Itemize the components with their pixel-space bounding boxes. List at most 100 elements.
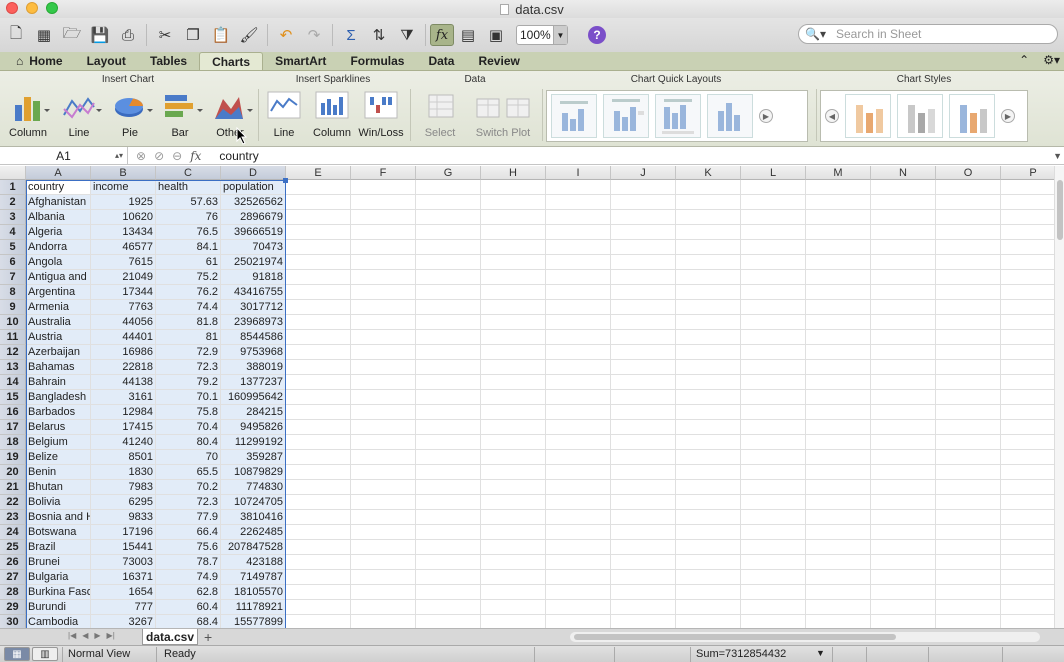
cell-p11[interactable] xyxy=(1001,330,1054,345)
cell-l22[interactable] xyxy=(741,495,806,510)
cell-f3[interactable] xyxy=(351,210,416,225)
spreadsheet-grid[interactable]: A B C D E F G H I J K L M N O P 1 country income health popu… xyxy=(0,166,1054,628)
cell-a19[interactable]: Belize xyxy=(26,450,91,465)
cell-g28[interactable] xyxy=(416,585,481,600)
cell-n26[interactable] xyxy=(871,555,936,570)
cell-f5[interactable] xyxy=(351,240,416,255)
cell-b13[interactable]: 22818 xyxy=(91,360,156,375)
cell-i20[interactable] xyxy=(546,465,611,480)
cell-n11[interactable] xyxy=(871,330,936,345)
cell-d16[interactable]: 284215 xyxy=(221,405,286,420)
cell-a1[interactable]: country xyxy=(26,180,91,195)
cell-f21[interactable] xyxy=(351,480,416,495)
first-sheet-icon[interactable]: |◀ xyxy=(68,631,76,640)
cell-p23[interactable] xyxy=(1001,510,1054,525)
cell-e28[interactable] xyxy=(286,585,351,600)
cell-i28[interactable] xyxy=(546,585,611,600)
column-chart-button[interactable]: Column xyxy=(4,91,52,139)
filter-icon[interactable]: ⧩ xyxy=(396,24,418,46)
cell-a8[interactable]: Argentina xyxy=(26,285,91,300)
sum-label[interactable]: Sum=7312854432 xyxy=(696,648,786,660)
cell-f26[interactable] xyxy=(351,555,416,570)
cell-n6[interactable] xyxy=(871,255,936,270)
column-header-m[interactable]: M xyxy=(806,166,871,180)
cell-i4[interactable] xyxy=(546,225,611,240)
cell-i29[interactable] xyxy=(546,600,611,615)
cell-e11[interactable] xyxy=(286,330,351,345)
cell-l21[interactable] xyxy=(741,480,806,495)
cell-j8[interactable] xyxy=(611,285,676,300)
cell-k28[interactable] xyxy=(676,585,741,600)
cell-f28[interactable] xyxy=(351,585,416,600)
cell-g23[interactable] xyxy=(416,510,481,525)
cell-o11[interactable] xyxy=(936,330,1001,345)
cell-c26[interactable]: 78.7 xyxy=(156,555,221,570)
cell-j24[interactable] xyxy=(611,525,676,540)
cell-d2[interactable]: 32526562 xyxy=(221,195,286,210)
cell-l27[interactable] xyxy=(741,570,806,585)
cell-b18[interactable]: 41240 xyxy=(91,435,156,450)
cell-n2[interactable] xyxy=(871,195,936,210)
row-header[interactable]: 25 xyxy=(0,540,26,555)
cell-b2[interactable]: 1925 xyxy=(91,195,156,210)
cell-a29[interactable]: Burundi xyxy=(26,600,91,615)
cell-b29[interactable]: 777 xyxy=(91,600,156,615)
pie-chart-button[interactable]: Pie xyxy=(106,91,154,139)
cell-i17[interactable] xyxy=(546,420,611,435)
cell-m28[interactable] xyxy=(806,585,871,600)
cell-g3[interactable] xyxy=(416,210,481,225)
toolbox-icon[interactable]: ▣ xyxy=(485,24,507,46)
selection-handle[interactable] xyxy=(283,178,288,183)
cell-a9[interactable]: Armenia xyxy=(26,300,91,315)
cell-p30[interactable] xyxy=(1001,615,1054,628)
cell-e19[interactable] xyxy=(286,450,351,465)
row-header[interactable]: 4 xyxy=(0,225,26,240)
cell-e22[interactable] xyxy=(286,495,351,510)
undo-icon[interactable]: ↶ xyxy=(275,24,297,46)
cell-o28[interactable] xyxy=(936,585,1001,600)
cell-o3[interactable] xyxy=(936,210,1001,225)
cell-k13[interactable] xyxy=(676,360,741,375)
cell-b20[interactable]: 1830 xyxy=(91,465,156,480)
column-header-l[interactable]: L xyxy=(741,166,806,180)
sparkline-line-button[interactable]: Line xyxy=(260,91,308,139)
column-header-g[interactable]: G xyxy=(416,166,481,180)
cell-l26[interactable] xyxy=(741,555,806,570)
cell-d5[interactable]: 70473 xyxy=(221,240,286,255)
next-sheet-icon[interactable]: ▶ xyxy=(94,631,100,640)
cell-e17[interactable] xyxy=(286,420,351,435)
cell-e25[interactable] xyxy=(286,540,351,555)
cell-i24[interactable] xyxy=(546,525,611,540)
cell-l12[interactable] xyxy=(741,345,806,360)
cell-o24[interactable] xyxy=(936,525,1001,540)
cell-m24[interactable] xyxy=(806,525,871,540)
row-header[interactable]: 17 xyxy=(0,420,26,435)
cell-k9[interactable] xyxy=(676,300,741,315)
cell-g12[interactable] xyxy=(416,345,481,360)
function-icon[interactable]: ⊖ xyxy=(172,149,182,163)
cell-h19[interactable] xyxy=(481,450,546,465)
cell-e15[interactable] xyxy=(286,390,351,405)
cell-m19[interactable] xyxy=(806,450,871,465)
cell-o29[interactable] xyxy=(936,600,1001,615)
cell-h28[interactable] xyxy=(481,585,546,600)
cell-j20[interactable] xyxy=(611,465,676,480)
cell-a26[interactable]: Brunei xyxy=(26,555,91,570)
cell-m30[interactable] xyxy=(806,615,871,628)
cell-b9[interactable]: 7763 xyxy=(91,300,156,315)
cell-a30[interactable]: Cambodia xyxy=(26,615,91,628)
cell-i30[interactable] xyxy=(546,615,611,628)
cell-o18[interactable] xyxy=(936,435,1001,450)
cell-o20[interactable] xyxy=(936,465,1001,480)
cell-b23[interactable]: 9833 xyxy=(91,510,156,525)
cell-g24[interactable] xyxy=(416,525,481,540)
cell-h4[interactable] xyxy=(481,225,546,240)
cell-l3[interactable] xyxy=(741,210,806,225)
cell-n22[interactable] xyxy=(871,495,936,510)
cell-g17[interactable] xyxy=(416,420,481,435)
row-header[interactable]: 2 xyxy=(0,195,26,210)
cell-f29[interactable] xyxy=(351,600,416,615)
cell-k27[interactable] xyxy=(676,570,741,585)
cell-n18[interactable] xyxy=(871,435,936,450)
chart-style-thumb[interactable] xyxy=(897,94,943,138)
